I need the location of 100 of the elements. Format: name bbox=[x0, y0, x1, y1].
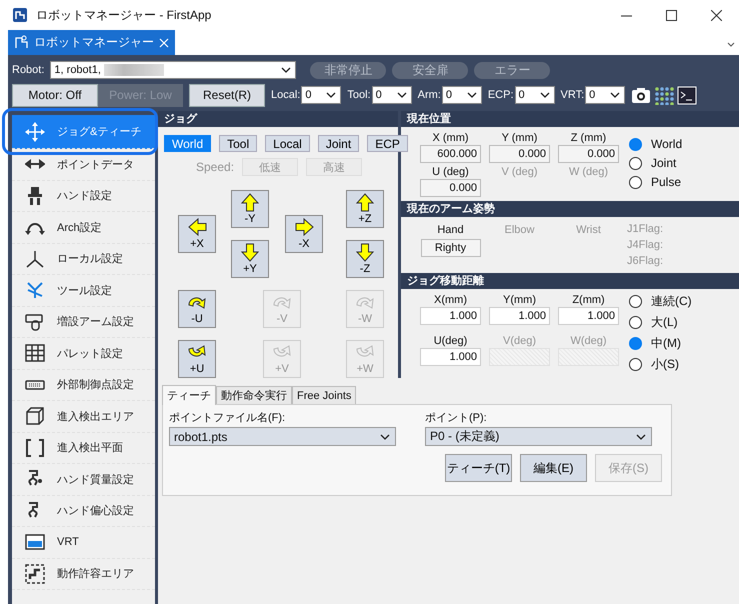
sidebar-item[interactable]: ハンド質量設定 bbox=[12, 464, 155, 496]
dot-grid-icon[interactable] bbox=[654, 86, 674, 104]
selector-label: ECP: bbox=[488, 89, 514, 101]
mode-button[interactable]: ECP bbox=[367, 135, 408, 152]
robot-select[interactable]: 1, robot1, bbox=[50, 61, 296, 79]
field-label: V (deg) bbox=[501, 165, 538, 179]
sidebar-item[interactable]: ジョグ&ティーチ bbox=[12, 115, 155, 149]
toolbar-button[interactable]: Reset(R) bbox=[189, 84, 265, 106]
field-label: W(deg) bbox=[570, 334, 607, 348]
radio-option[interactable]: 大(L) bbox=[629, 314, 692, 331]
sidebar-item[interactable]: ハンド設定 bbox=[12, 180, 155, 212]
value-field[interactable]: 1.000 bbox=[489, 307, 550, 325]
radio-button[interactable] bbox=[629, 138, 642, 150]
jog-button[interactable]: +U bbox=[178, 340, 216, 378]
sidebar-item[interactable]: VRT bbox=[12, 527, 155, 558]
field-label: V(deg) bbox=[502, 334, 536, 348]
radio-button[interactable] bbox=[629, 295, 642, 308]
move-arrows-icon bbox=[25, 122, 45, 142]
sidebar-item[interactable]: 外部制御点設定 bbox=[12, 370, 155, 401]
sidebar-item[interactable]: Arch設定 bbox=[12, 212, 155, 244]
maximize-icon[interactable] bbox=[666, 10, 677, 20]
arrow-down-icon bbox=[240, 243, 260, 262]
mode-button[interactable]: Tool bbox=[219, 135, 258, 152]
action-button[interactable]: 編集(E) bbox=[520, 454, 587, 482]
jog-button[interactable]: -Z bbox=[346, 240, 384, 278]
value-field[interactable]: 1.000 bbox=[420, 348, 481, 366]
selector-label: Arm: bbox=[418, 89, 441, 101]
sidebar-item[interactable]: 進入検出平面 bbox=[12, 432, 155, 464]
mode-button[interactable]: World bbox=[164, 135, 212, 152]
field-label: U(deg) bbox=[434, 334, 468, 348]
radio-option[interactable]: Pulse bbox=[629, 175, 682, 189]
field-label: Y (mm) bbox=[502, 131, 538, 145]
tab[interactable]: Free Joints bbox=[292, 386, 356, 404]
brackets-icon bbox=[25, 438, 45, 458]
selector-label: Tool: bbox=[347, 89, 371, 101]
radio-button[interactable] bbox=[629, 316, 642, 329]
field-label: U (deg) bbox=[432, 165, 469, 179]
radio-option[interactable]: Joint bbox=[629, 156, 682, 170]
jog-button[interactable]: +Z bbox=[346, 190, 384, 228]
value-field: 0.000 bbox=[489, 145, 550, 163]
status-indicator: エラー bbox=[474, 62, 550, 78]
jog-button[interactable]: -U bbox=[178, 290, 216, 328]
toolbar-button[interactable]: Motor: Off bbox=[12, 84, 98, 106]
value-field: 0.000 bbox=[420, 179, 481, 197]
tab[interactable]: ティーチ bbox=[162, 385, 216, 405]
camera-icon[interactable] bbox=[631, 86, 652, 104]
section-header: ジョグ移動距離 bbox=[401, 273, 739, 289]
jog-button[interactable]: -Y bbox=[231, 190, 269, 228]
cube-icon bbox=[25, 406, 45, 426]
number-select[interactable]: 0 bbox=[372, 86, 412, 104]
value-field[interactable]: 1.000 bbox=[420, 307, 481, 325]
selector-label: VRT: bbox=[560, 89, 584, 101]
dropdown[interactable]: P0 - (未定義) bbox=[425, 427, 652, 446]
document-tab[interactable]: ロボットマネージャー bbox=[8, 30, 175, 55]
arrow-left-icon bbox=[188, 218, 206, 237]
tab-label: ロボットマネージャー bbox=[34, 34, 154, 51]
panel-icon bbox=[25, 532, 45, 552]
flag-label: J6Flag: bbox=[627, 254, 664, 269]
sidebar-item[interactable]: ポイントデータ bbox=[12, 149, 155, 180]
radio-button[interactable] bbox=[629, 358, 642, 371]
field-label: Z(mm) bbox=[572, 293, 605, 307]
radio-option[interactable]: 中(M) bbox=[629, 335, 692, 352]
value-field[interactable]: 1.000 bbox=[558, 307, 619, 325]
field-label: ポイントファイル名(F): bbox=[169, 411, 286, 425]
number-select[interactable]: 0 bbox=[442, 86, 482, 104]
radio-option[interactable]: 連続(C) bbox=[629, 293, 692, 310]
mode-button[interactable]: Local bbox=[265, 135, 310, 152]
sidebar-item[interactable]: パレット設定 bbox=[12, 338, 155, 370]
number-select[interactable]: 0 bbox=[585, 86, 626, 104]
terminal-icon[interactable] bbox=[677, 86, 698, 104]
radio-option[interactable]: World bbox=[629, 137, 682, 151]
mode-button[interactable]: Joint bbox=[318, 135, 360, 152]
chevron-down-icon bbox=[609, 90, 622, 100]
number-select[interactable]: 0 bbox=[301, 86, 342, 104]
arrow-up-icon bbox=[356, 193, 374, 212]
field-label: Wrist bbox=[576, 223, 601, 237]
jog-button[interactable]: +Y bbox=[231, 240, 269, 278]
status-indicator: 安全扉 bbox=[392, 62, 468, 78]
radio-button[interactable] bbox=[629, 156, 642, 170]
sidebar-item[interactable]: ローカル設定 bbox=[12, 244, 155, 275]
radio-option[interactable]: 小(S) bbox=[629, 356, 692, 373]
number-select[interactable]: 0 bbox=[514, 86, 555, 104]
sidebar-item[interactable]: 動作許容エリア bbox=[12, 558, 155, 590]
sidebar-item[interactable]: 増設アーム設定 bbox=[12, 306, 155, 338]
field-label: ポイント(P): bbox=[425, 411, 488, 425]
radio-button[interactable] bbox=[629, 176, 642, 188]
action-button[interactable]: ティーチ(T) bbox=[445, 454, 512, 482]
field-label: Z (mm) bbox=[570, 131, 606, 145]
sidebar-item[interactable]: ツール設定 bbox=[12, 275, 155, 306]
chevron-down-icon[interactable] bbox=[727, 42, 735, 47]
section-header: 現在のアーム姿勢 bbox=[401, 201, 739, 217]
sidebar-item[interactable]: ハンド偏心設定 bbox=[12, 496, 155, 527]
radio-button[interactable] bbox=[629, 337, 642, 350]
sidebar-item[interactable]: 進入検出エリア bbox=[12, 401, 155, 432]
tab[interactable]: 動作命令実行 bbox=[216, 386, 292, 404]
jog-button[interactable]: +X bbox=[178, 215, 216, 253]
dropdown[interactable]: robot1.pts bbox=[169, 427, 396, 446]
jog-button[interactable]: -X bbox=[285, 215, 323, 253]
close-icon[interactable] bbox=[711, 10, 722, 20]
tool-axes-icon bbox=[25, 280, 45, 300]
